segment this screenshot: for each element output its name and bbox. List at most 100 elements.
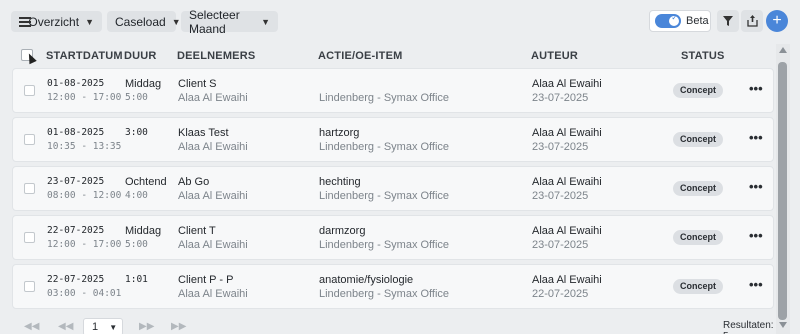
row-author-date: 23-07-2025 bbox=[532, 141, 589, 153]
chevron-down-icon: ▼ bbox=[85, 16, 94, 27]
status-badge: Concept bbox=[673, 83, 723, 98]
row-time: 10:35 - 13:35 bbox=[47, 141, 122, 152]
row-author-date: 23-07-2025 bbox=[532, 239, 589, 251]
more-options-icon[interactable]: ••• bbox=[749, 228, 763, 243]
row-participant-staff: Alaa Al Ewaihi bbox=[178, 288, 248, 300]
status-badge: Concept bbox=[673, 230, 723, 245]
row-participant: Client T bbox=[178, 225, 216, 237]
row-date: 01-08-2025 bbox=[47, 78, 105, 89]
row-participant-staff: Alaa Al Ewaihi bbox=[178, 92, 248, 104]
row-duration-hours: 4:00 bbox=[125, 190, 148, 201]
row-time: 12:00 - 17:00 bbox=[47, 239, 122, 250]
row-location: Lindenberg - Symax Office bbox=[319, 239, 450, 251]
export-button[interactable] bbox=[741, 10, 763, 32]
table-row[interactable]: 23-07-2025 08:00 - 12:00 Ochtend 4:00 Ab… bbox=[12, 166, 774, 211]
row-duration: Middag bbox=[125, 78, 162, 90]
row-checkbox[interactable] bbox=[24, 134, 35, 145]
more-options-icon[interactable]: ••• bbox=[749, 81, 763, 96]
beta-toggle[interactable]: ✓ Beta bbox=[649, 10, 711, 32]
more-options-icon[interactable]: ••• bbox=[749, 179, 763, 194]
row-participant-staff: Alaa Al Ewaihi bbox=[178, 141, 248, 153]
row-action: hartzorg bbox=[319, 127, 360, 139]
row-time: 03:00 - 04:01 bbox=[47, 288, 122, 299]
table-row[interactable]: 01-08-2025 12:00 - 17:00 Middag 5:00 Cli… bbox=[12, 68, 774, 113]
row-participant-staff: Alaa Al Ewaihi bbox=[178, 190, 248, 202]
month-dropdown[interactable]: Selecteer Maand ▼ bbox=[181, 8, 278, 36]
vertical-scrollbar[interactable] bbox=[776, 44, 790, 334]
page-select-value: 1 bbox=[92, 321, 99, 333]
last-page-icon[interactable]: ▶▶ bbox=[171, 321, 186, 332]
scrollbar-thumb[interactable] bbox=[778, 62, 787, 320]
row-author: Alaa Al Ewaihi bbox=[532, 78, 602, 90]
mouse-cursor-icon bbox=[25, 51, 37, 65]
list-icon bbox=[19, 16, 31, 27]
chevron-down-icon: ▼ bbox=[261, 16, 270, 27]
row-duration-hours: 5:00 bbox=[125, 92, 148, 103]
caseload-dropdown-label: Caseload bbox=[115, 14, 166, 29]
row-duration-hours: 5:00 bbox=[125, 239, 148, 250]
table-header: STARTDATUM DUUR DEELNEMERS ACTIE/OE-ITEM… bbox=[0, 42, 776, 68]
more-options-icon[interactable]: ••• bbox=[749, 277, 763, 292]
table-row[interactable]: 22-07-2025 12:00 - 17:00 Middag 5:00 Cli… bbox=[12, 215, 774, 260]
view-dropdown-label: Overzicht bbox=[28, 14, 80, 29]
column-header-duration[interactable]: DUUR bbox=[124, 50, 157, 62]
column-header-status[interactable]: STATUS bbox=[681, 50, 725, 62]
row-participant: Klaas Test bbox=[178, 127, 229, 139]
month-dropdown-label: Selecteer Maand bbox=[189, 7, 240, 36]
next-page-icon[interactable]: ▶▶ bbox=[139, 321, 154, 332]
row-author: Alaa Al Ewaihi bbox=[532, 127, 602, 139]
row-duration: 1:01 bbox=[125, 274, 148, 285]
column-header-start[interactable]: STARTDATUM bbox=[46, 50, 123, 62]
scroll-up-arrow-icon[interactable] bbox=[779, 47, 787, 53]
row-checkbox[interactable] bbox=[24, 85, 35, 96]
caseload-dropdown[interactable]: Caseload ▼ bbox=[107, 11, 181, 32]
filter-button[interactable] bbox=[717, 10, 739, 32]
row-time: 08:00 - 12:00 bbox=[47, 190, 122, 201]
column-header-author[interactable]: AUTEUR bbox=[531, 50, 578, 62]
row-action: hechting bbox=[319, 176, 361, 188]
results-count: Resultaten: 5 bbox=[723, 320, 774, 334]
row-action: darmzorg bbox=[319, 225, 366, 237]
row-author: Alaa Al Ewaihi bbox=[532, 225, 602, 237]
first-page-icon[interactable]: ◀◀ bbox=[24, 321, 39, 332]
row-duration: 3:00 bbox=[125, 127, 148, 138]
row-checkbox[interactable] bbox=[24, 183, 35, 194]
row-participant: Client S bbox=[178, 78, 217, 90]
scroll-down-arrow-icon[interactable] bbox=[779, 322, 787, 328]
page-select[interactable]: 1 ▼ bbox=[83, 318, 123, 334]
view-dropdown[interactable]: Overzicht ▼ bbox=[11, 11, 102, 32]
row-author: Alaa Al Ewaihi bbox=[532, 274, 602, 286]
column-header-participants[interactable]: DEELNEMERS bbox=[177, 50, 255, 62]
row-location: Lindenberg - Symax Office bbox=[319, 92, 450, 104]
table-row[interactable]: 01-08-2025 10:35 - 13:35 3:00 Klaas Test… bbox=[12, 117, 774, 162]
row-participant: Ab Go bbox=[178, 176, 210, 188]
filter-icon bbox=[723, 16, 733, 26]
row-author-date: 22-07-2025 bbox=[532, 288, 589, 300]
chevron-down-icon: ▼ bbox=[171, 16, 181, 27]
row-checkbox[interactable] bbox=[24, 281, 35, 292]
table-row[interactable]: 22-07-2025 03:00 - 04:01 1:01 Client P -… bbox=[12, 264, 774, 309]
share-icon bbox=[746, 15, 758, 27]
previous-page-icon[interactable]: ◀◀ bbox=[58, 321, 73, 332]
status-badge: Concept bbox=[673, 132, 723, 147]
more-options-icon[interactable]: ••• bbox=[749, 130, 763, 145]
row-action: anatomie/fysiologie bbox=[319, 274, 414, 286]
row-checkbox[interactable] bbox=[24, 232, 35, 243]
column-header-action[interactable]: ACTIE/OE-ITEM bbox=[318, 50, 403, 62]
status-badge: Concept bbox=[673, 181, 723, 196]
row-participant: Client P - P bbox=[178, 274, 234, 286]
row-location: Lindenberg - Symax Office bbox=[319, 288, 450, 300]
chevron-down-icon: ▼ bbox=[109, 323, 118, 332]
add-button[interactable]: + bbox=[766, 10, 788, 32]
row-date: 22-07-2025 bbox=[47, 274, 105, 285]
row-participant-staff: Alaa Al Ewaihi bbox=[178, 239, 248, 251]
row-duration: Ochtend bbox=[125, 176, 167, 188]
row-location: Lindenberg - Symax Office bbox=[319, 190, 450, 202]
toggle-switch[interactable]: ✓ bbox=[655, 13, 681, 28]
beta-label: Beta bbox=[686, 15, 709, 27]
toolbar: Overzicht ▼ Caseload ▼ Selecteer Maand ▼… bbox=[0, 0, 800, 42]
pagination: ◀◀ ◀◀ 1 ▼ ▶▶ ▶▶ Resultaten: 5 bbox=[0, 318, 776, 334]
row-author: Alaa Al Ewaihi bbox=[532, 176, 602, 188]
row-location: Lindenberg - Symax Office bbox=[319, 141, 450, 153]
row-date: 01-08-2025 bbox=[47, 127, 105, 138]
